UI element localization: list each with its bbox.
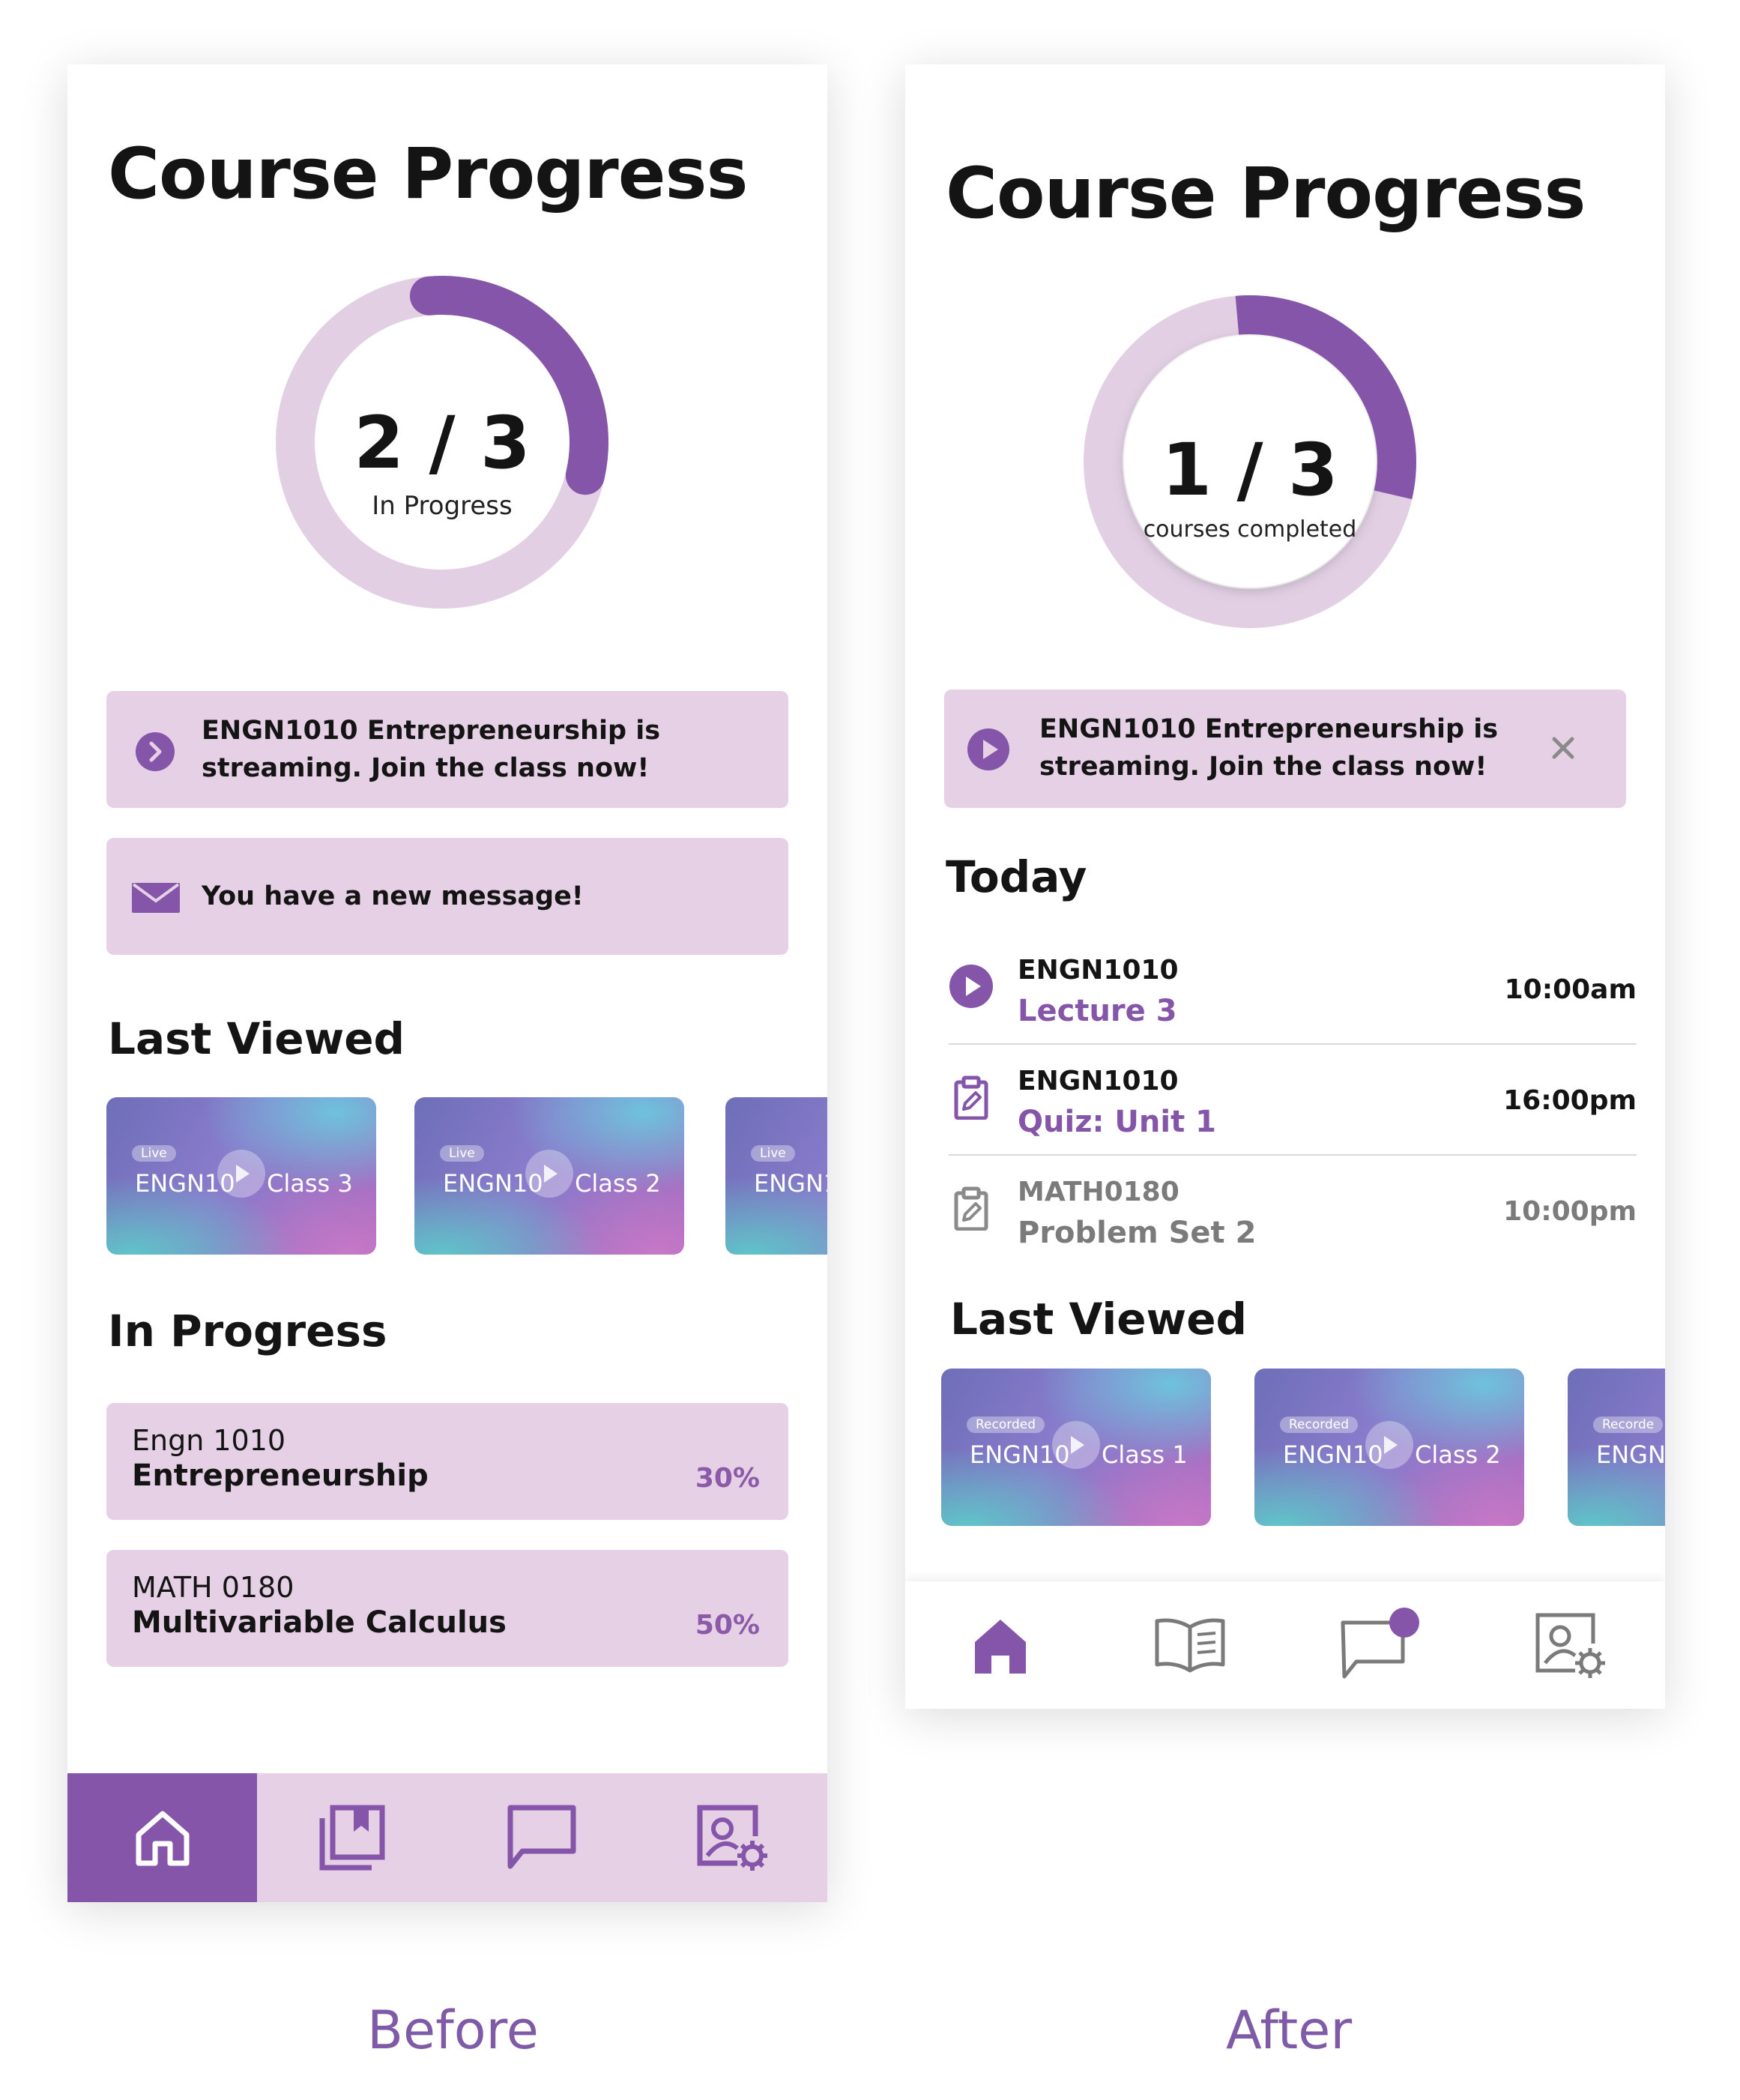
envelope-icon: [132, 883, 180, 913]
progress-ring: 2 / 3 In Progress: [276, 276, 608, 609]
last-viewed-heading: Last Viewed: [108, 1013, 405, 1064]
course-name: Multivariable Calculus: [132, 1605, 507, 1640]
play-circle-icon: [967, 728, 1009, 770]
live-badge: Live: [132, 1145, 176, 1162]
card-class: Class 2: [575, 1169, 661, 1198]
course-name: Entrepreneurship: [132, 1458, 429, 1493]
phone-after: Course Progress 1 / 3 courses completed …: [905, 64, 1665, 1709]
today-item-name: Lecture 3: [1018, 994, 1177, 1028]
recorded-badge: Recorde: [1593, 1416, 1664, 1433]
video-card[interactable]: Live ENGN10 Class 3: [106, 1097, 376, 1255]
card-class: Class 3: [267, 1169, 353, 1198]
course-progress-item[interactable]: MATH 0180 Multivariable Calculus 50%: [106, 1550, 788, 1667]
play-icon[interactable]: [1365, 1421, 1413, 1469]
recorded-badge: Recorded: [967, 1416, 1045, 1433]
stream-banner[interactable]: ENGN1010 Entrepreneurship is streaming. …: [106, 691, 788, 808]
caption-after: After: [1226, 2000, 1353, 2061]
bottom-nav: [67, 1773, 827, 1902]
today-item[interactable]: ENGN1010 Lecture 3 10:00am: [949, 934, 1637, 1045]
bottom-nav: 2: [905, 1581, 1665, 1709]
today-item-time: 16:00pm: [1503, 1085, 1637, 1116]
message-count-badge: 2: [1416, 1595, 1432, 1621]
clipboard-icon: [954, 1075, 988, 1120]
play-icon[interactable]: [1052, 1421, 1100, 1469]
course-code: MATH 0180: [132, 1571, 294, 1604]
today-course-code: MATH0180: [1018, 1177, 1179, 1207]
last-viewed-carousel[interactable]: Recorded ENGN10 Class 1 Recorded ENGN10 …: [941, 1369, 1665, 1527]
nav-library[interactable]: [257, 1773, 447, 1902]
card-class: Class 2: [1415, 1440, 1501, 1469]
progress-count: 1 / 3: [1161, 428, 1338, 512]
stream-banner-line1: ENGN1010 Entrepreneurship is: [202, 716, 661, 746]
profile-settings-icon: [1535, 1613, 1605, 1678]
stream-banner[interactable]: ENGN1010 Entrepreneurship is streaming. …: [944, 690, 1626, 808]
message-banner-text: You have a new message!: [202, 881, 584, 911]
chat-icon: [507, 1805, 576, 1869]
today-item[interactable]: MATH0180 Problem Set 2 10:00pm: [949, 1156, 1637, 1267]
last-viewed-carousel[interactable]: Live ENGN10 Class 3 Live ENGN10 Class 2 …: [106, 1097, 827, 1255]
nav-courses[interactable]: [1095, 1581, 1284, 1709]
video-card[interactable]: Live ENGN1: [725, 1097, 827, 1255]
profile-settings-icon: [697, 1805, 767, 1871]
today-item-time: 10:00pm: [1503, 1196, 1637, 1227]
clipboard-icon: [954, 1186, 988, 1231]
course-percent: 50%: [695, 1610, 760, 1641]
play-circle-icon: [949, 965, 993, 1008]
home-icon: [974, 1620, 1026, 1674]
stream-banner-line1: ENGN1010 Entrepreneurship is: [1039, 714, 1499, 744]
page-title: Course Progress: [108, 133, 748, 215]
stream-banner-line2: streaming. Join the class now!: [1039, 752, 1487, 782]
card-course: ENGN1: [1596, 1440, 1665, 1469]
page-title: Course Progress: [946, 153, 1586, 235]
video-card[interactable]: Recorded ENGN10 Class 2: [1254, 1369, 1524, 1526]
last-viewed-heading: Last Viewed: [950, 1294, 1248, 1345]
play-icon[interactable]: [217, 1150, 265, 1198]
course-progress-item[interactable]: Engn 1010 Entrepreneurship 30%: [106, 1403, 788, 1520]
nav-profile[interactable]: [636, 1773, 826, 1902]
nav-messages[interactable]: 2: [1284, 1581, 1474, 1709]
library-icon: [319, 1805, 384, 1871]
caption-before: Before: [367, 2000, 539, 2061]
course-code: Engn 1010: [132, 1424, 286, 1457]
progress-count: 2 / 3: [354, 401, 531, 485]
card-course: ENGN1: [754, 1169, 827, 1198]
recorded-badge: Recorded: [1280, 1416, 1358, 1433]
video-card[interactable]: Recorded ENGN10 Class 1: [941, 1369, 1211, 1526]
message-banner[interactable]: You have a new message!: [106, 838, 788, 955]
close-icon[interactable]: [1551, 736, 1575, 760]
today-course-code: ENGN1010: [1018, 1066, 1179, 1096]
book-icon: [1155, 1618, 1224, 1673]
phone-before: Course Progress 2 / 3 In Progress ENGN10…: [67, 64, 827, 1902]
play-icon[interactable]: [525, 1150, 573, 1198]
nav-messages[interactable]: [447, 1773, 636, 1902]
today-item-name: Quiz: Unit 1: [1018, 1105, 1216, 1139]
course-percent: 30%: [695, 1463, 760, 1494]
today-course-code: ENGN1010: [1018, 955, 1179, 986]
chat-icon: [1341, 1608, 1419, 1679]
live-badge: Live: [440, 1145, 484, 1162]
today-item-name: Problem Set 2: [1018, 1216, 1257, 1250]
progress-ring: 1 / 3 courses completed: [1084, 295, 1416, 628]
video-card[interactable]: Live ENGN10 Class 2: [414, 1097, 684, 1255]
live-badge: Live: [751, 1145, 795, 1162]
progress-label: In Progress: [372, 491, 512, 521]
video-card[interactable]: Recorde ENGN1: [1568, 1369, 1665, 1526]
home-icon: [136, 1811, 189, 1866]
card-class: Class 1: [1102, 1440, 1188, 1469]
nav-home[interactable]: [67, 1773, 257, 1902]
today-item-time: 10:00am: [1504, 974, 1637, 1005]
in-progress-heading: In Progress: [108, 1306, 387, 1357]
nav-profile[interactable]: [1474, 1581, 1664, 1709]
progress-label: courses completed: [1144, 516, 1357, 543]
chevron-right-circle-icon: [136, 732, 175, 771]
today-heading: Today: [946, 851, 1087, 902]
stream-banner-line2: streaming. Join the class now!: [202, 753, 650, 783]
nav-home[interactable]: [905, 1581, 1095, 1709]
today-item[interactable]: ENGN1010 Quiz: Unit 1 16:00pm: [949, 1045, 1637, 1156]
